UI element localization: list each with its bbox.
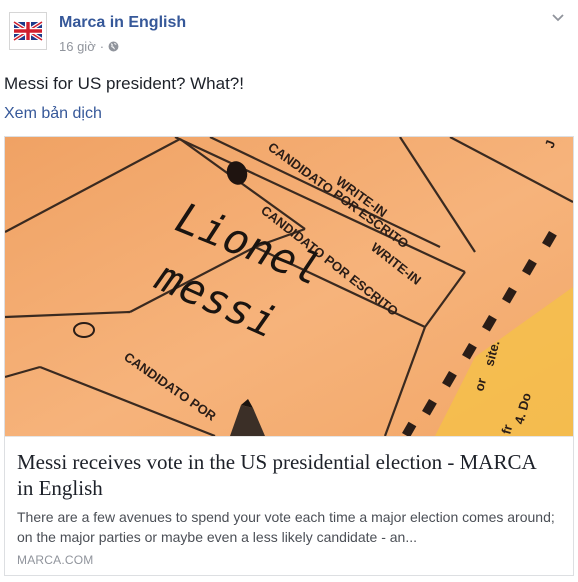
link-preview-card[interactable]: WRITE-IN CANDIDATO POR ESCRITO WRITE-IN …	[4, 136, 574, 576]
meta-separator: ·	[99, 39, 105, 54]
page-avatar[interactable]	[9, 12, 47, 50]
page-name-link[interactable]: Marca in English	[59, 14, 186, 32]
ballot-illustration: WRITE-IN CANDIDATO POR ESCRITO WRITE-IN …	[5, 137, 573, 436]
card-divider	[5, 436, 573, 437]
globe-icon[interactable]	[108, 41, 119, 52]
post-text: Messi for US president? What?!	[4, 74, 244, 93]
facebook-post: Marca in English 16 giờ · Messi for US p…	[0, 0, 578, 582]
ballot-image[interactable]: WRITE-IN CANDIDATO POR ESCRITO WRITE-IN …	[5, 137, 573, 436]
post-timestamp[interactable]: 16 giờ	[59, 39, 96, 54]
link-title[interactable]: Messi receives vote in the US presidenti…	[17, 449, 557, 501]
link-description: There are a few avenues to spend your vo…	[17, 509, 555, 545]
post-meta: 16 giờ ·	[59, 39, 119, 54]
chevron-down-icon[interactable]	[552, 14, 564, 22]
link-domain: MARCA.COM	[17, 553, 94, 567]
union-jack-flag-icon	[10, 13, 46, 49]
see-translation-link[interactable]: Xem bản dịch	[4, 105, 102, 123]
